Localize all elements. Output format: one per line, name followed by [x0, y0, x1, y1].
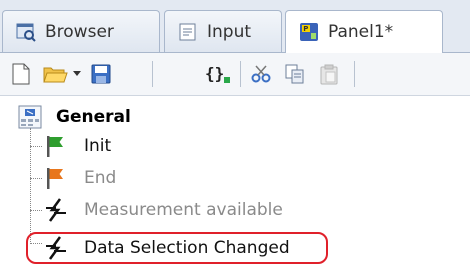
- open-folder-button[interactable]: [42, 61, 68, 87]
- browser-icon: [15, 21, 37, 43]
- group-icon: [18, 105, 42, 129]
- dropdown-arrow-icon: [73, 71, 81, 76]
- tree-item-label: Init: [84, 136, 112, 156]
- paste-icon: [320, 64, 338, 85]
- selection-highlight-outline: [26, 232, 328, 264]
- toolbar: {}: [0, 53, 470, 96]
- tab-input[interactable]: Input: [164, 10, 282, 52]
- tree-connector: [30, 210, 42, 211]
- tree-connector: [30, 178, 42, 179]
- braces-icon: {}: [205, 64, 230, 83]
- green-flag-icon: [44, 134, 66, 158]
- tab-browser[interactable]: Browser: [2, 10, 160, 52]
- copy-button[interactable]: [282, 61, 308, 87]
- tab-panel1[interactable]: P Panel1*: [285, 10, 443, 53]
- cut-button[interactable]: [248, 61, 274, 87]
- tree-view: General Init End Measurement available D…: [0, 96, 470, 268]
- svg-text:{}: {}: [205, 64, 224, 83]
- tab-bar: Browser Input P Panel1*: [0, 0, 470, 53]
- tree-item-init[interactable]: Init: [44, 131, 111, 161]
- toolbar-separator: [240, 61, 241, 87]
- tree-item-end[interactable]: End: [44, 163, 116, 193]
- new-file-icon: [12, 63, 30, 85]
- save-button[interactable]: [88, 61, 114, 87]
- panel-icon: P: [298, 21, 320, 43]
- open-folder-icon: [43, 67, 68, 83]
- tree-item-label: Measurement available: [84, 200, 283, 220]
- new-file-button[interactable]: [8, 61, 34, 87]
- cut-icon: [251, 65, 271, 83]
- orange-flag-icon: [44, 166, 66, 190]
- tree-root-general[interactable]: General: [18, 102, 131, 132]
- svg-text:P: P: [303, 25, 308, 33]
- toolbar-separator: [152, 61, 153, 87]
- lightning-icon: [44, 198, 70, 222]
- tree-item-label: End: [84, 168, 117, 188]
- save-icon: [91, 64, 111, 84]
- tab-label: Input: [207, 21, 252, 42]
- tab-label: Panel1*: [328, 22, 394, 42]
- copy-icon: [285, 64, 304, 84]
- paste-button[interactable]: [316, 61, 342, 87]
- tab-label: Browser: [45, 21, 114, 42]
- toolbar-separator: [354, 61, 355, 87]
- tree-item-measurement-available[interactable]: Measurement available: [44, 195, 283, 225]
- tree-connector: [30, 146, 42, 147]
- input-icon: [177, 21, 199, 43]
- insert-braces-button[interactable]: {}: [202, 61, 234, 87]
- open-dropdown-button[interactable]: [70, 61, 84, 87]
- tree-root-label: General: [56, 107, 131, 127]
